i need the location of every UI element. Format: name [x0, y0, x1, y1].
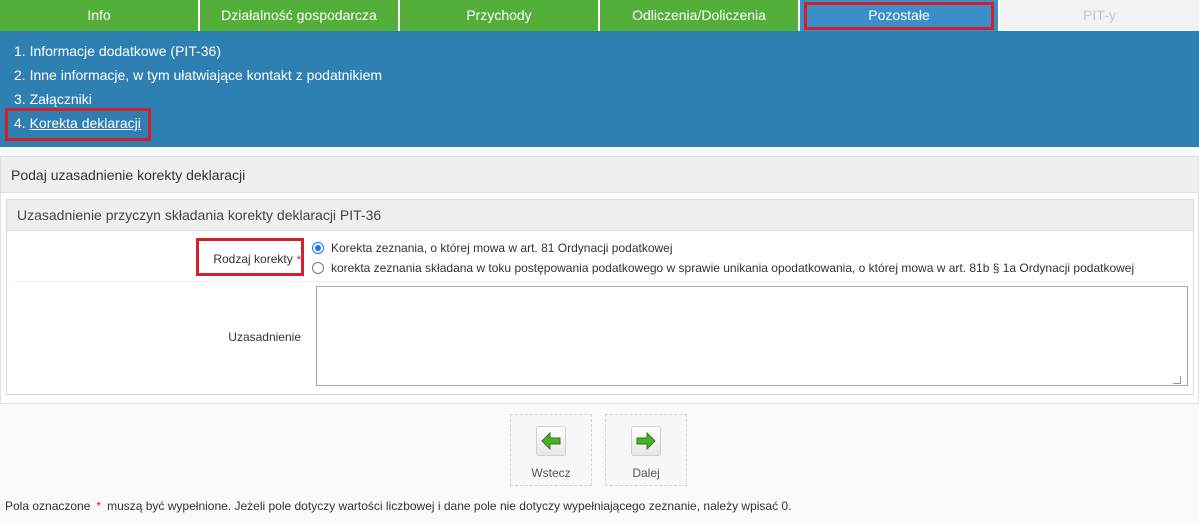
subnav-item-zalaczniki[interactable]: 3. Załączniki — [0, 91, 1199, 115]
radio-label-art81b[interactable]: korekta zeznania składana w toku postępo… — [331, 261, 1134, 275]
justification-textarea[interactable] — [316, 286, 1188, 386]
required-fields-note: Pola oznaczone * muszą być wypełnione. Jeż… — [5, 499, 791, 513]
subnav-highlight-box — [5, 108, 151, 141]
justification-label: Uzasadnienie — [228, 330, 301, 344]
panel-title: Uzasadnienie przyczyn składania korekty … — [7, 200, 1193, 231]
subnav-item-inne-informacje[interactable]: 2. Inne informacje, w tym ułatwiające ko… — [0, 67, 1199, 91]
tab-dzialalnosc-gospodarcza[interactable]: Działalność gospodarcza — [200, 0, 398, 31]
arrow-right-icon — [631, 426, 661, 456]
justification-row: Uzasadnienie — [12, 284, 1188, 392]
subnav-item-label[interactable]: Załączniki — [30, 91, 92, 107]
radio-label-art81[interactable]: Korekta zeznania, o której mowa w art. 8… — [331, 241, 673, 255]
subnav-item-label[interactable]: Informacje dodatkowe (PIT-36) — [30, 43, 221, 59]
subnav-item-korekta-deklaracji[interactable]: 4. Korekta deklaracji — [0, 108, 1199, 141]
section-title: Podaj uzasadnienie korekty deklaracji — [1, 157, 1198, 193]
correction-panel: Uzasadnienie przyczyn składania korekty … — [6, 199, 1194, 395]
required-star: * — [296, 254, 301, 266]
radio-option-art81[interactable]: Korekta zeznania, o której mowa w art. 8… — [312, 241, 673, 255]
note-star: * — [96, 499, 102, 513]
note-prefix: Pola oznaczone — [5, 499, 91, 513]
correction-type-row: Rodzaj korekty * Korekta zeznania, o któr… — [12, 234, 1188, 282]
radio-button-art81[interactable] — [312, 242, 324, 254]
tab-przychody[interactable]: Przychody — [400, 0, 598, 31]
back-button-label: Wstecz — [531, 466, 571, 480]
subnav-item-informacje-dodatkowe[interactable]: 1. Informacje dodatkowe (PIT-36) — [0, 43, 1199, 67]
subnav-item-number: 3. — [14, 91, 26, 107]
subnav-item-number: 2. — [14, 67, 26, 83]
tab-pozostale[interactable]: Pozostałe — [800, 0, 998, 31]
radio-button-art81b[interactable] — [312, 262, 324, 274]
radio-option-art81b[interactable]: korekta zeznania składana w toku postępo… — [312, 261, 1134, 275]
subnav-item-number: 1. — [14, 43, 26, 59]
arrow-left-icon — [536, 426, 566, 456]
resize-grip-icon[interactable] — [1173, 376, 1181, 384]
correction-type-label: Rodzaj korekty * — [213, 252, 301, 266]
correction-section: Podaj uzasadnienie korekty deklaracji Uz… — [0, 156, 1199, 404]
subnav-item-label[interactable]: Inne informacje, w tym ułatwiające konta… — [30, 67, 383, 83]
next-button-label: Dalej — [632, 466, 660, 480]
subnav-panel: 1. Informacje dodatkowe (PIT-36) 2. Inne… — [0, 31, 1199, 147]
note-suffix: muszą być wypełnione. Jeżeli pole dotycz… — [107, 499, 792, 513]
tab-pit-y: PIT-y — [1000, 0, 1199, 31]
tab-odliczenia-doliczenia[interactable]: Odliczenia/Doliczenia — [600, 0, 798, 31]
tab-info[interactable]: Info — [0, 0, 198, 31]
main-tabs: Info Działalność gospodarcza Przychody O… — [0, 0, 1199, 31]
back-button[interactable]: Wstecz — [510, 414, 592, 486]
tab-highlight-box — [804, 2, 994, 30]
next-button[interactable]: Dalej — [605, 414, 687, 486]
correction-type-label-text: Rodzaj korekty — [213, 252, 293, 266]
